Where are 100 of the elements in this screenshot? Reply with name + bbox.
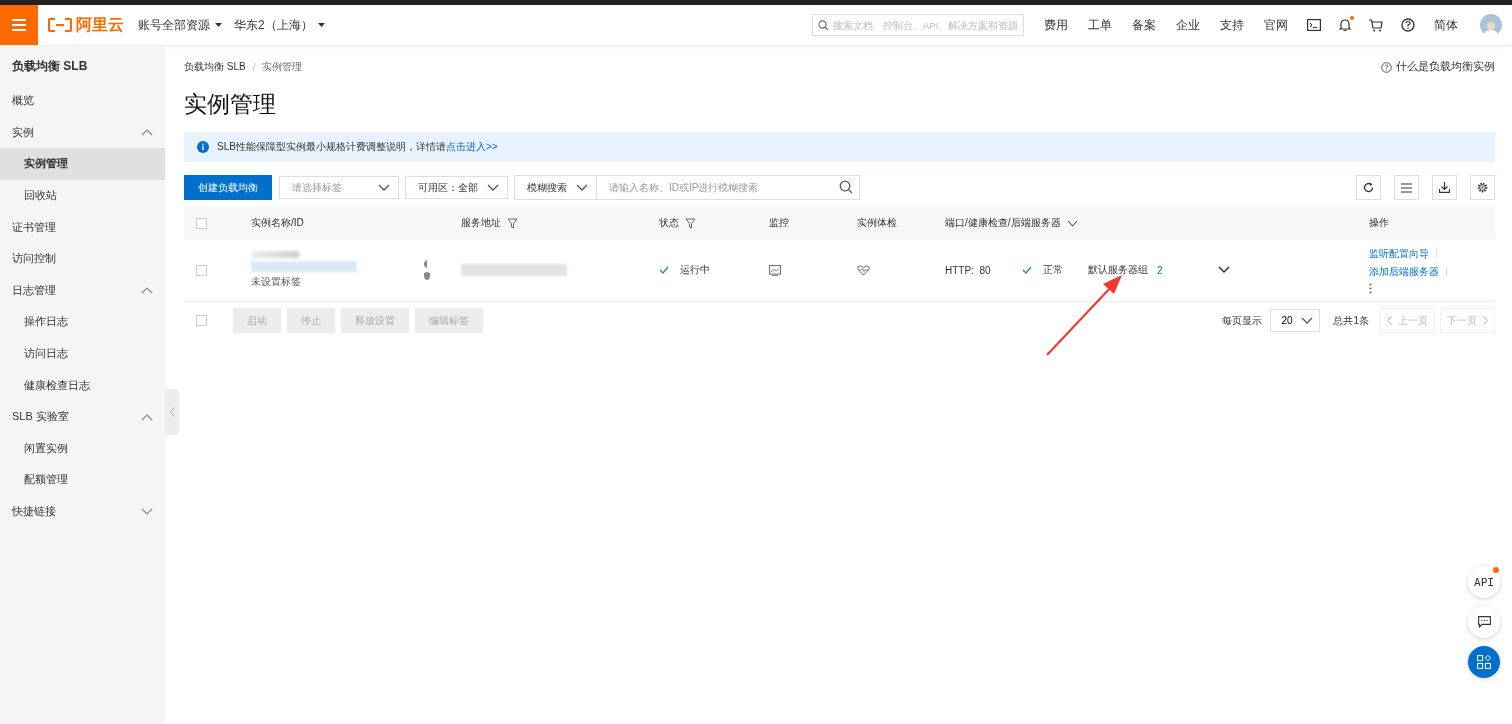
total-count: 总共1条 [1333, 313, 1369, 328]
sidebar-item[interactable]: 回收站 [0, 179, 165, 212]
sidebar-item[interactable]: 实例 [0, 116, 165, 149]
filter-icon[interactable] [685, 217, 696, 229]
sidebar-item[interactable]: 日志管理 [0, 274, 165, 307]
status-text: 运行中 [680, 263, 710, 277]
check-icon [1022, 266, 1032, 274]
page-size-label: 每页显示 [1222, 313, 1263, 328]
chevron-up-icon [141, 412, 153, 421]
chevron-right-icon [1483, 316, 1488, 325]
search-mode-select[interactable]: 模糊搜索 [514, 175, 596, 200]
chevron-down-icon [487, 183, 499, 192]
info-icon [197, 141, 209, 153]
page-title: 实例管理 [184, 90, 277, 119]
feedback-button[interactable] [1468, 606, 1500, 638]
nav-link[interactable]: 官网 [1264, 16, 1288, 34]
download-button[interactable] [1432, 175, 1457, 200]
api-button[interactable]: API [1468, 566, 1500, 598]
column-header: 状态 [659, 216, 679, 230]
bell-icon[interactable] [1339, 18, 1351, 32]
settings-button[interactable] [1470, 175, 1495, 200]
nav-link[interactable]: 费用 [1044, 16, 1068, 34]
help-link[interactable]: 什么是负载均衡实例 [1396, 60, 1495, 74]
help-icon[interactable] [1401, 18, 1415, 32]
nav-link[interactable]: 企业 [1176, 16, 1200, 34]
sidebar-title: 负载均衡 SLB [11, 57, 89, 75]
sidebar-item[interactable]: 概览 [0, 85, 165, 117]
zone-select[interactable]: 可用区：全部 [405, 176, 508, 199]
sidebar-item[interactable]: 访问控制 [0, 242, 165, 275]
nav-link[interactable]: 支持 [1220, 16, 1244, 34]
nav-link[interactable]: 备案 [1132, 16, 1156, 34]
apps-button[interactable] [1468, 646, 1500, 678]
menu-button[interactable] [0, 5, 38, 45]
server-group-text: 默认服务器组 [1088, 263, 1149, 277]
checkbox[interactable] [196, 217, 207, 229]
download-icon [1439, 182, 1450, 193]
column-header: 实例名称/ID [251, 216, 304, 230]
action-link[interactable]: 监听配置向导 [1369, 246, 1429, 261]
breadcrumb-current: 实例管理 [262, 60, 303, 74]
sidebar-item[interactable]: 闲置实例 [0, 432, 165, 465]
sidebar-item[interactable]: 快捷链接 [0, 495, 165, 528]
chevron-left-icon [169, 407, 175, 417]
caret-icon [317, 23, 325, 27]
notice-text: SLB性能保障型实例最小规格计费调整说明，详情请点击进入>> [217, 140, 498, 154]
sidebar-item[interactable]: 健康检查日志 [0, 369, 165, 401]
column-header: 实例体检 [857, 216, 897, 230]
check-icon [659, 266, 669, 274]
nav-link[interactable]: 工单 [1088, 16, 1112, 34]
search-field[interactable]: 请输入名称、ID或IP进行模糊搜索 [596, 175, 860, 200]
help-icon [1381, 61, 1392, 73]
create-button[interactable]: 创建负载均衡 [184, 175, 272, 200]
cart-icon[interactable] [1369, 18, 1383, 32]
filter-icon[interactable] [507, 217, 518, 229]
sidebar-item[interactable]: SLB 实验室 [0, 400, 165, 433]
sidebar-item[interactable]: 操作日志 [0, 306, 165, 338]
sidebar-item[interactable]: 实例管理 [0, 148, 165, 180]
menu-icon [12, 19, 26, 31]
search-icon [839, 180, 853, 194]
chevron-up-icon [141, 128, 153, 137]
monitor-icon[interactable] [769, 264, 781, 276]
checkbox[interactable] [196, 315, 207, 326]
breadcrumb-link[interactable]: 负载均衡 SLB [184, 60, 246, 74]
chevron-down-icon [141, 507, 153, 516]
refresh-button[interactable] [1356, 175, 1381, 200]
chevron-down-icon[interactable] [1066, 219, 1078, 227]
more-icon[interactable] [1369, 282, 1372, 294]
sidebar-item[interactable]: 配额管理 [0, 464, 165, 496]
region-dropdown[interactable]: 华东2（上海） [234, 16, 325, 34]
language-link[interactable]: 简体 [1434, 16, 1458, 34]
chevron-down-icon [378, 183, 390, 192]
chevron-left-icon [1387, 316, 1392, 325]
action-link[interactable]: 添加后端服务器 [1369, 264, 1439, 279]
apps-icon [1477, 655, 1491, 669]
refresh-icon [1363, 182, 1374, 193]
column-header: 端口/健康检查/后端服务器 [945, 216, 1061, 230]
tag-text: 未设置标签 [251, 275, 302, 289]
chevron-up-icon [141, 286, 153, 295]
page-size-select[interactable]: 20 [1270, 309, 1321, 332]
chevron-down-icon [576, 183, 588, 192]
port-text: HTTP: 80 [945, 264, 992, 276]
account-dropdown[interactable]: 账号全部资源 [138, 16, 222, 34]
chevron-down-icon[interactable] [1218, 266, 1230, 274]
column-header: 服务地址 [461, 216, 501, 230]
chat-icon [1477, 616, 1491, 628]
blurred-text [251, 251, 299, 258]
breadcrumb-separator: / [252, 61, 256, 73]
sidebar-item[interactable]: 证书管理 [0, 211, 165, 243]
search-icon [818, 20, 829, 31]
list-button[interactable] [1394, 175, 1419, 200]
list-icon [1401, 182, 1412, 193]
server-count-link[interactable]: 2 [1157, 264, 1218, 276]
health-text: 正常 [1043, 263, 1063, 277]
column-header: 操作 [1369, 216, 1389, 230]
chevron-down-icon [1301, 316, 1314, 325]
notice-link[interactable]: 点击进入>> [445, 141, 498, 152]
sidebar-item[interactable]: 访问日志 [0, 337, 165, 370]
checkbox[interactable] [196, 264, 207, 276]
column-header: 监控 [769, 216, 789, 230]
terminal-icon[interactable] [1307, 19, 1321, 31]
heartbeat-icon[interactable] [857, 264, 870, 276]
